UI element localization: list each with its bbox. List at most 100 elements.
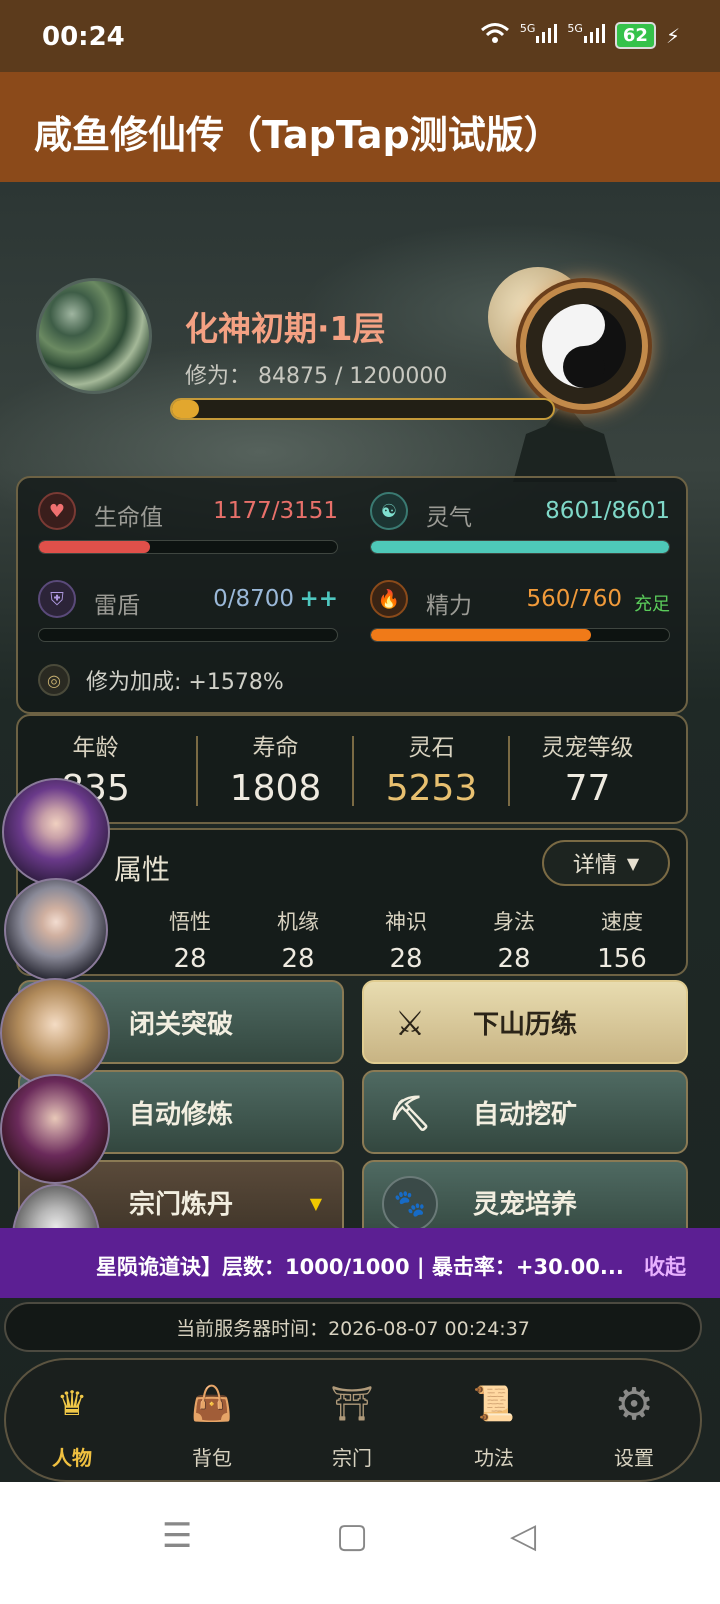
buff-banner: 星陨诡道诀】层数：1000/1000 | 暴击率：+30.00... 收起 bbox=[0, 1228, 720, 1298]
breakthrough-label: 闭关突破 bbox=[128, 1009, 233, 1040]
shield-value: 0/8700 bbox=[213, 586, 294, 612]
spiral-icon: ◎ bbox=[38, 664, 70, 696]
attribute-value: 28 bbox=[281, 944, 315, 974]
companion-portrait[interactable] bbox=[0, 978, 110, 1088]
nav-label: 宗门 bbox=[332, 1446, 372, 1470]
detail-button[interactable]: 详情 ▼ bbox=[542, 840, 670, 886]
spirit-stone-label: 灵石 bbox=[408, 735, 455, 761]
pet-level-value: 77 bbox=[564, 768, 611, 809]
qi-bar bbox=[370, 540, 670, 554]
paw-icon: 🐾 bbox=[382, 1176, 438, 1232]
qi-stat: ☯ 灵气 8601/8601 bbox=[370, 492, 670, 572]
nav-label: 功法 bbox=[474, 1446, 514, 1470]
auto-mine-button[interactable]: ⛏ 自动挖矿 bbox=[362, 1070, 688, 1154]
attribute-label: 身法 bbox=[493, 910, 535, 934]
adventure-label: 下山历练 bbox=[472, 1009, 577, 1040]
dropdown-triangle-icon: ▼ bbox=[309, 1194, 322, 1213]
yin-yang-button[interactable] bbox=[520, 282, 648, 410]
nav-label: 设置 bbox=[614, 1446, 654, 1470]
attribute-item: 身法 28 bbox=[464, 906, 564, 974]
system-nav-bar: ☰ ▢ ◁ bbox=[0, 1482, 720, 1604]
nav-item-settings[interactable]: ⚙ 设置 bbox=[584, 1372, 684, 1471]
status-icons: 5G 5G 62 ⚡ bbox=[480, 22, 680, 49]
attribute-value: 28 bbox=[389, 944, 423, 974]
home-icon[interactable]: ▢ bbox=[336, 1516, 368, 1556]
companion-portrait[interactable] bbox=[0, 1074, 110, 1184]
charging-icon: ⚡ bbox=[665, 23, 680, 48]
lifespan-info: 寿命 1808 bbox=[198, 728, 353, 809]
auto-cultivate-label: 自动修炼 bbox=[128, 1099, 233, 1130]
attribute-item: 速度 156 bbox=[572, 906, 672, 974]
app-bar: 咸鱼修仙传（TapTap测试版） bbox=[0, 72, 720, 182]
attribute-item: 神识 28 bbox=[356, 906, 456, 974]
signal-icon: 5G bbox=[520, 22, 558, 49]
chevron-down-icon: ▼ bbox=[626, 853, 640, 873]
shield-plus-button[interactable]: ++ bbox=[299, 586, 338, 612]
attributes-panel: 属性 详情 ▼ 悟性 28 机缘 28 神识 28 身法 28 速度 156 bbox=[16, 828, 688, 976]
nav-label: 人物 bbox=[52, 1446, 92, 1470]
shield-label: 雷盾 bbox=[94, 593, 140, 619]
network-type: 5G bbox=[567, 22, 583, 35]
pet-train-label: 灵宠培养 bbox=[472, 1189, 577, 1220]
attribute-label: 悟性 bbox=[169, 910, 211, 934]
pet-level-label: 灵宠等级 bbox=[541, 735, 634, 761]
server-time: 当前服务器时间：2026-08-07 00:24:37 bbox=[4, 1302, 702, 1352]
cultivation-progress-fill bbox=[172, 400, 200, 418]
attribute-item: 机缘 28 bbox=[248, 906, 348, 974]
bonus-text: 修为加成: +1578% bbox=[86, 670, 284, 695]
companion-portrait[interactable] bbox=[4, 878, 108, 982]
attribute-item: 悟性 28 bbox=[140, 906, 240, 974]
cultivation-text: 修为： 84875 / 1200000 bbox=[185, 358, 447, 390]
energy-label: 精力 bbox=[426, 593, 472, 619]
attribute-value: 28 bbox=[173, 944, 207, 974]
bottom-nav: ♛ 人物 👜 背包 ⛩ 宗门 📜 功法 ⚙ 设置 bbox=[4, 1358, 702, 1482]
shield-icon: ⛨ bbox=[38, 580, 76, 618]
attribute-label: 神识 bbox=[385, 910, 427, 934]
alchemy-label: 宗门炼丹 bbox=[128, 1189, 233, 1220]
game-screen: 化神初期·1层 修为： 84875 / 1200000 ♥ 生命值 1177/3… bbox=[0, 182, 720, 1482]
energy-bar bbox=[370, 628, 670, 642]
cultivation-value: 84875 / 1200000 bbox=[258, 364, 448, 389]
wifi-icon bbox=[480, 22, 510, 49]
player-avatar[interactable] bbox=[36, 278, 152, 394]
clock: 00:24 bbox=[42, 22, 125, 52]
swordsman-icon: ⚔ bbox=[394, 1004, 426, 1044]
hp-value: 1177/3151 bbox=[213, 498, 338, 524]
status-bar: 00:24 5G 5G 62 ⚡ bbox=[0, 0, 720, 72]
qi-bar-fill bbox=[371, 541, 669, 553]
buff-text: 星陨诡道诀】层数：1000/1000 | 暴击率：+30.00... bbox=[96, 1255, 624, 1279]
fire-icon: 🔥 bbox=[370, 580, 408, 618]
hp-stat: ♥ 生命值 1177/3151 bbox=[38, 492, 338, 572]
age-label: 年龄 bbox=[72, 735, 119, 761]
nav-item-character[interactable]: ♛ 人物 bbox=[22, 1372, 122, 1471]
qi-label: 灵气 bbox=[426, 505, 472, 531]
cultivation-progress-bar bbox=[170, 398, 555, 420]
gear-icon: ⚙ bbox=[614, 1378, 654, 1430]
info-panel: 年龄 835 寿命 1808 灵石 5253 灵宠等级 77 bbox=[16, 714, 688, 824]
pet-level-info: 灵宠等级 77 bbox=[510, 728, 665, 809]
nav-item-sect[interactable]: ⛩ 宗门 bbox=[302, 1372, 402, 1471]
spirit-stone-info: 灵石 5253 bbox=[354, 728, 509, 809]
cultivation-label: 修为： bbox=[185, 364, 252, 389]
pickaxe-icon: ⛏ bbox=[388, 1094, 432, 1134]
energy-stat: 🔥 精力 560/760 充足 bbox=[370, 580, 670, 660]
back-icon[interactable]: ◁ bbox=[510, 1516, 536, 1556]
nav-label: 背包 bbox=[192, 1446, 232, 1470]
nav-item-skills[interactable]: 📜 功法 bbox=[444, 1372, 544, 1471]
menu-icon[interactable]: ☰ bbox=[162, 1516, 192, 1556]
qi-value: 8601/8601 bbox=[545, 498, 670, 524]
nav-item-bag[interactable]: 👜 背包 bbox=[162, 1372, 262, 1471]
lotus-icon: ♛ bbox=[56, 1384, 88, 1424]
collapse-button[interactable]: 收起 bbox=[644, 1251, 686, 1281]
battery-indicator: 62 bbox=[614, 22, 656, 49]
heart-icon: ♥ bbox=[38, 492, 76, 530]
energy-value: 560/760 bbox=[526, 586, 622, 612]
attribute-value: 156 bbox=[597, 944, 647, 974]
lifespan-value: 1808 bbox=[229, 768, 322, 809]
companion-portrait[interactable] bbox=[2, 778, 110, 886]
attribute-label: 机缘 bbox=[277, 910, 319, 934]
adventure-button[interactable]: ⚔ 下山历练 bbox=[362, 980, 688, 1064]
attribute-label: 速度 bbox=[601, 910, 643, 934]
realm-title: 化神初期·1层 bbox=[185, 309, 386, 348]
stats-panel: ♥ 生命值 1177/3151 ☯ 灵气 8601/8601 ⛨ 雷盾 0/87… bbox=[16, 476, 688, 714]
